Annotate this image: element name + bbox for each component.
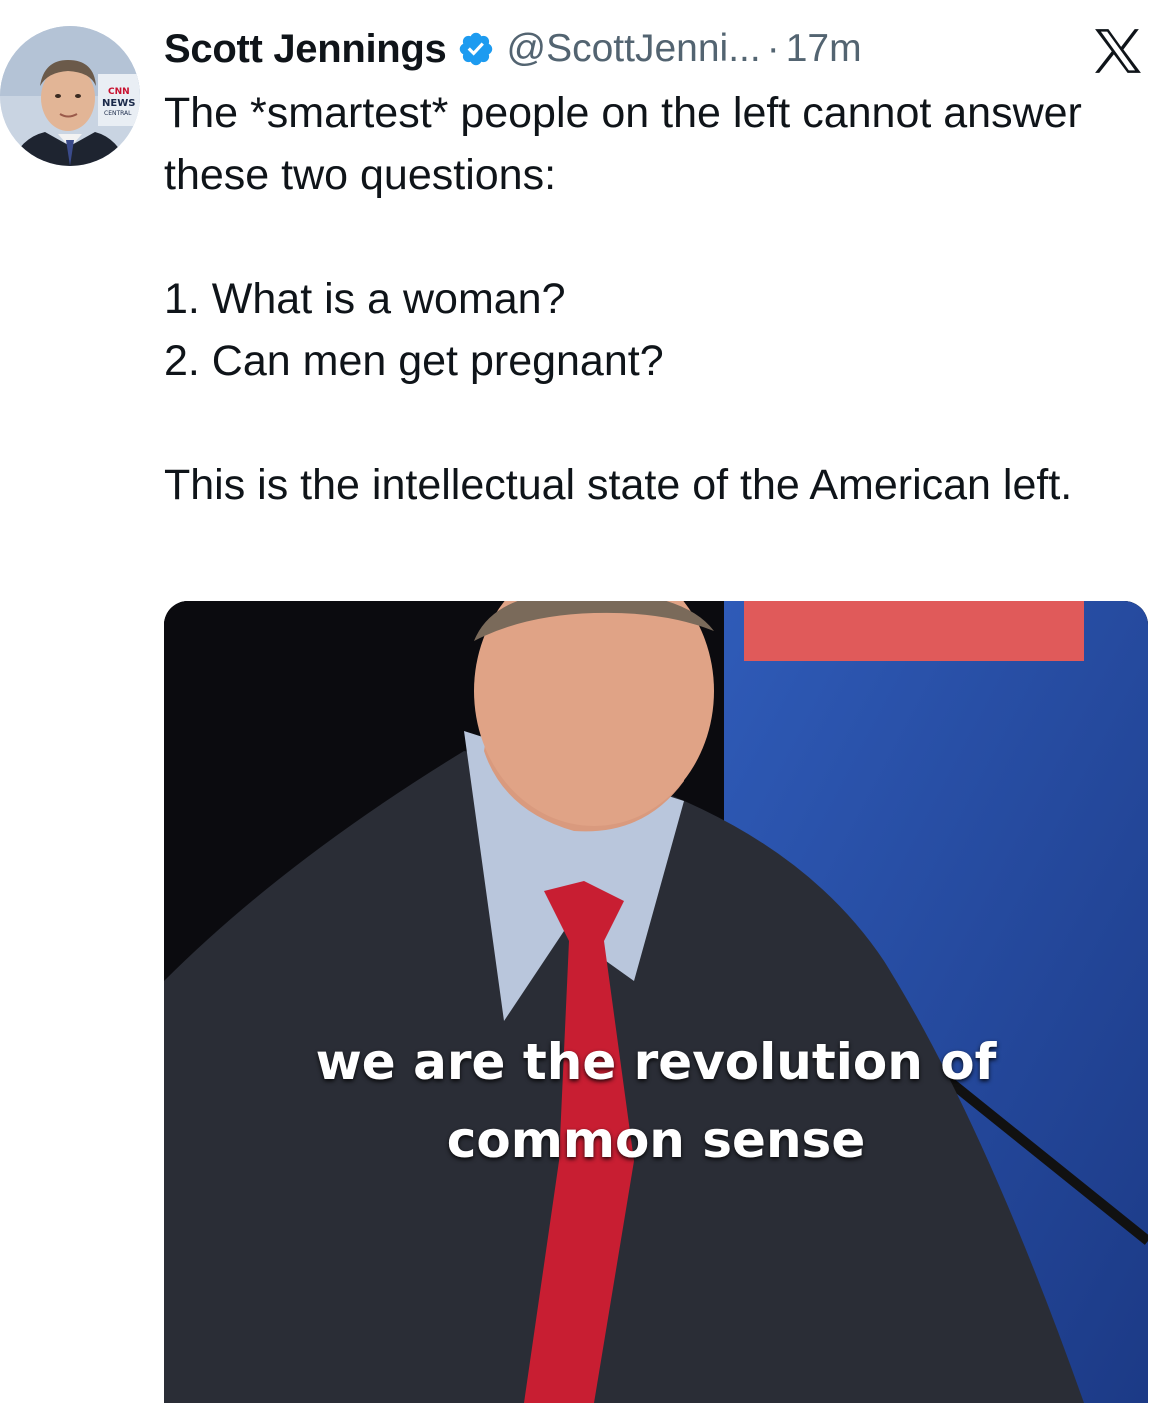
tweet-text-conclusion: This is the intellectual state of the Am…	[164, 461, 1073, 509]
separator-dot: ·	[766, 27, 780, 70]
author-handle[interactable]: @ScottJenni...	[507, 27, 761, 71]
tweet-header: Scott Jennings @ScottJenni... · 17m	[164, 24, 862, 74]
tweet-video[interactable]: we are the revolution of common sense	[164, 601, 1148, 1403]
avatar-badge-central: CENTRAL	[104, 110, 132, 117]
video-caption: we are the revolution of common sense	[164, 1023, 1148, 1179]
video-caption-line-2: common sense	[446, 1111, 866, 1169]
avatar-badge-cnn: CNN	[108, 87, 130, 97]
tweet-timestamp[interactable]: 17m	[786, 27, 862, 71]
video-frame	[164, 601, 1148, 1403]
tweet-text-question-1: 1. What is a woman?	[164, 275, 566, 323]
video-caption-line-1: we are the revolution of	[315, 1033, 997, 1091]
author-display-name[interactable]: Scott Jennings	[164, 27, 447, 72]
tweet-card[interactable]: CNN NEWS CENTRAL Scott Jennings @ScottJe…	[0, 0, 1156, 1403]
tweet-text-intro: The *smartest* people on the left cannot…	[164, 89, 1082, 199]
avatar[interactable]: CNN NEWS CENTRAL	[0, 26, 140, 166]
tweet-text-question-2: 2. Can men get pregnant?	[164, 337, 664, 385]
avatar-badge-news: NEWS	[102, 98, 135, 109]
x-logo-icon	[1093, 28, 1143, 74]
tweet-body: The *smartest* people on the left cannot…	[164, 82, 1124, 516]
verified-badge-icon	[457, 30, 495, 68]
